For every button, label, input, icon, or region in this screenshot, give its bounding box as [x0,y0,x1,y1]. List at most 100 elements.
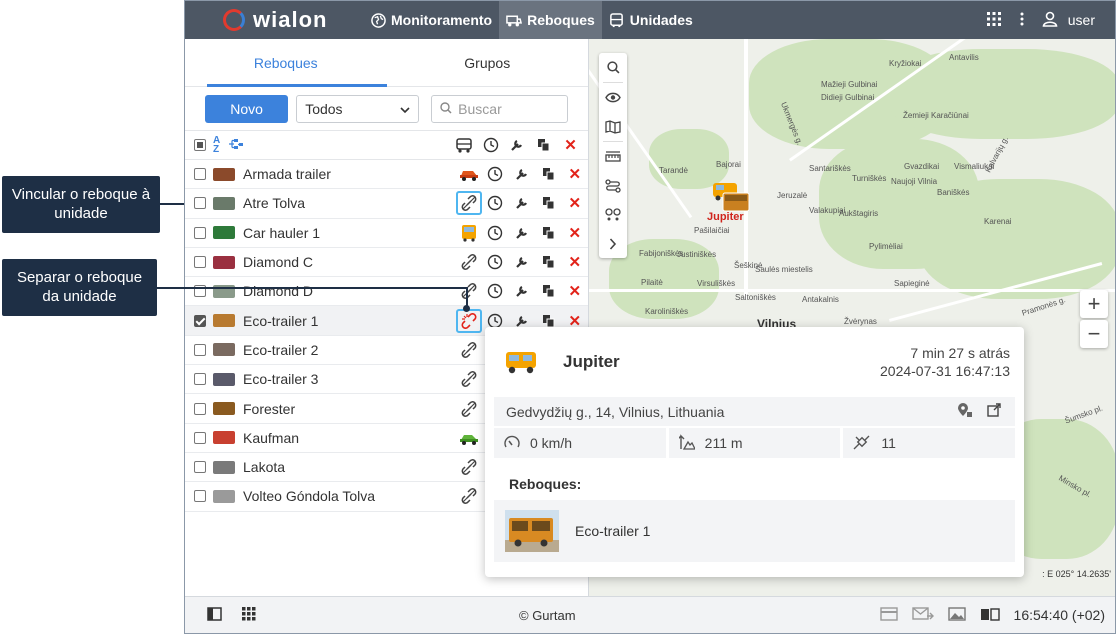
map-place-label: Saulės miestelis [755,265,813,274]
link-icon[interactable] [455,191,483,216]
tab-reboques[interactable]: Reboques [185,39,387,87]
map-layers-icon[interactable] [599,112,627,141]
copy-icon[interactable] [535,284,562,298]
clock-icon[interactable] [482,254,509,270]
bound-unit-icon[interactable] [456,167,483,182]
map-search-icon[interactable] [599,53,627,82]
wrench-icon[interactable] [509,314,536,328]
new-button[interactable]: Novo [205,94,289,123]
popup-trailer-item[interactable]: Eco-trailer 1 [494,500,1015,562]
header-delete-icon[interactable]: ✕ [557,136,584,154]
clock-icon[interactable] [482,166,509,182]
copy-icon[interactable] [535,226,562,240]
trailer-row[interactable]: Diamond D ✕ [185,277,589,307]
map-place-label: Aukštagiris [839,209,879,218]
trailer-row[interactable]: Armada trailer ✕ [185,160,589,190]
zoom-in-button[interactable]: + [1080,290,1108,318]
trailer-photo [505,510,559,552]
trailer-row[interactable]: Atre Tolva ✕ [185,189,589,219]
row-checkbox[interactable] [194,226,206,239]
link-icon[interactable] [456,254,483,270]
external-link-icon[interactable] [987,403,1001,420]
map-place-label: Pylimėliai [869,242,903,251]
delete-icon[interactable]: ✕ [562,224,589,242]
search-input[interactable]: Buscar [431,94,568,123]
link-icon[interactable] [456,283,483,300]
copy-icon[interactable] [535,196,562,210]
clock-icon[interactable] [482,195,509,211]
row-checkbox[interactable] [194,490,206,503]
bound-unit-icon[interactable] [456,431,483,445]
user-menu[interactable]: user [1042,11,1095,30]
wrench-icon[interactable] [509,284,536,298]
wrench-icon[interactable] [509,226,536,240]
delete-icon[interactable]: ✕ [562,194,589,212]
list-header: AZ ✕ [185,131,588,160]
map-place-label: Justiniškės [677,250,717,259]
clock-icon[interactable] [482,225,509,241]
row-checkbox[interactable] [194,461,206,474]
link-icon[interactable] [456,371,483,388]
link-icon[interactable] [456,341,483,358]
logo[interactable]: wialon [223,7,363,33]
book-icon[interactable] [980,607,1000,624]
wrench-icon[interactable] [509,196,536,210]
row-checkbox[interactable] [194,373,206,386]
link-icon[interactable] [456,488,483,505]
wrench-icon[interactable] [509,167,536,181]
apps-grid-icon[interactable] [986,11,1002,30]
row-checkbox[interactable] [194,431,206,444]
mail-icon[interactable] [911,606,934,624]
trailer-row[interactable]: Car hauler 1 ✕ [185,219,588,248]
filter-select[interactable]: Todos [296,94,420,123]
map-place-label: Naujoji Vilnia [891,177,938,186]
row-checkbox[interactable] [194,256,206,269]
unlink-icon[interactable] [455,308,483,333]
copy-icon[interactable] [535,314,562,328]
zoom-out-button[interactable]: − [1080,320,1108,348]
grid-icon[interactable] [242,606,256,624]
popup-trailers-title: Reboques: [509,476,582,492]
more-vertical-icon[interactable] [1020,12,1024,29]
nav-monitoramento[interactable]: Monitoramento [363,1,499,39]
row-checkbox[interactable] [194,168,206,181]
clock-icon[interactable] [482,283,509,299]
search-icon [440,101,458,117]
row-checkbox[interactable] [194,402,206,415]
trailer-thumbnail [213,343,235,357]
geofence-icon[interactable] [599,200,627,229]
image-icon[interactable] [947,606,966,624]
link-icon[interactable] [456,400,483,417]
location-pin-icon[interactable] [957,402,973,421]
select-all-checkbox[interactable] [194,139,206,151]
copy-icon[interactable] [535,255,562,269]
link-icon[interactable] [456,459,483,476]
map-place-label: Kalvarijų g. [983,134,1011,175]
bound-unit-icon[interactable] [456,224,483,242]
panel-toggle-icon[interactable] [207,606,222,624]
nav-reboques[interactable]: Reboques [499,1,602,39]
callout-unlink: Separar o reboque da unidade [2,259,157,316]
sort-az-icon[interactable]: AZ [213,136,220,155]
nav-unidades[interactable]: Unidades [602,1,700,39]
delete-icon[interactable]: ✕ [562,165,589,183]
row-checkbox[interactable] [194,197,206,210]
ruler-icon[interactable] [599,142,627,171]
delete-icon[interactable]: ✕ [562,253,589,271]
chevron-right-icon[interactable] [599,229,627,258]
hierarchy-icon[interactable] [228,137,244,153]
row-checkbox[interactable] [194,314,206,327]
delete-icon[interactable]: ✕ [562,282,589,300]
route-icon[interactable] [599,171,627,200]
popup-altitude: 211 m [668,428,841,458]
tab-grupos[interactable]: Grupos [387,39,589,86]
row-checkbox[interactable] [194,343,206,356]
wrench-icon[interactable] [509,255,536,269]
map-place-label: Didieji Gulbinai [821,93,875,102]
copy-icon[interactable] [535,167,562,181]
eye-icon[interactable] [599,83,627,112]
notifications-icon[interactable] [879,606,898,624]
popup-time-ago: 7 min 27 s atrás [910,345,1010,361]
header-copy-icon [531,138,558,152]
trailer-row[interactable]: Diamond C ✕ [185,248,589,278]
